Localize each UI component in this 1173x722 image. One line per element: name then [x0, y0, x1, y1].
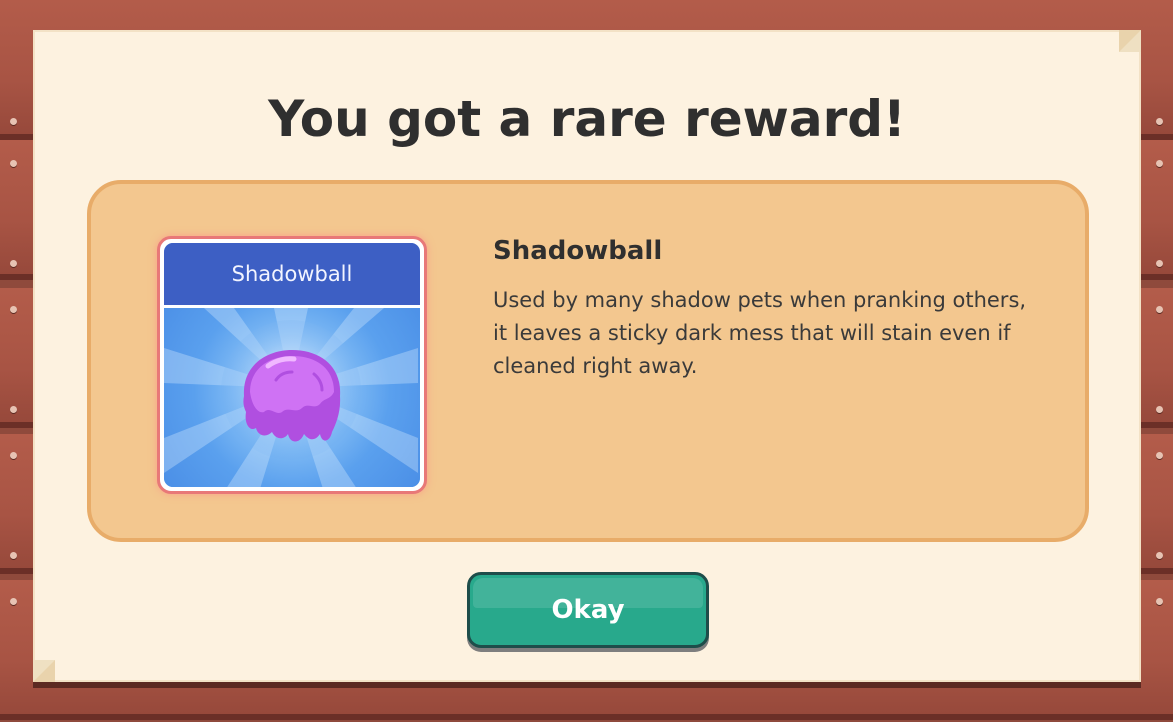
- nail-icon: [1156, 406, 1163, 413]
- item-description: Used by many shadow pets when pranking o…: [493, 288, 1027, 378]
- item-name: Shadowball: [493, 236, 663, 266]
- nail-icon: [1156, 260, 1163, 267]
- nail-icon: [10, 160, 17, 167]
- reward-details-box: Shadowball Shadowball Used by many shado…: [87, 180, 1089, 542]
- card-artwork: [164, 308, 420, 487]
- reward-item-card: Shadowball: [157, 236, 427, 494]
- nail-icon: [10, 598, 17, 605]
- purple-goo-ball-icon: [164, 308, 418, 487]
- folded-corner: [1119, 30, 1141, 52]
- nail-icon: [1156, 160, 1163, 167]
- nail-icon: [10, 260, 17, 267]
- nail-icon: [1156, 552, 1163, 559]
- nail-icon: [10, 306, 17, 313]
- card-label: Shadowball: [164, 243, 420, 308]
- nail-icon: [10, 406, 17, 413]
- nail-icon: [1156, 306, 1163, 313]
- nail-icon: [1156, 452, 1163, 459]
- nail-icon: [10, 452, 17, 459]
- nail-icon: [10, 118, 17, 125]
- nail-icon: [1156, 598, 1163, 605]
- nail-icon: [1156, 118, 1163, 125]
- dialog-title: You got a rare reward!: [268, 90, 906, 148]
- folded-corner: [33, 660, 55, 682]
- okay-button-label: Okay: [551, 595, 625, 625]
- okay-button[interactable]: Okay: [467, 572, 709, 648]
- nail-icon: [10, 552, 17, 559]
- reward-dialog: You got a rare reward! Shadowball Shadow…: [33, 30, 1141, 682]
